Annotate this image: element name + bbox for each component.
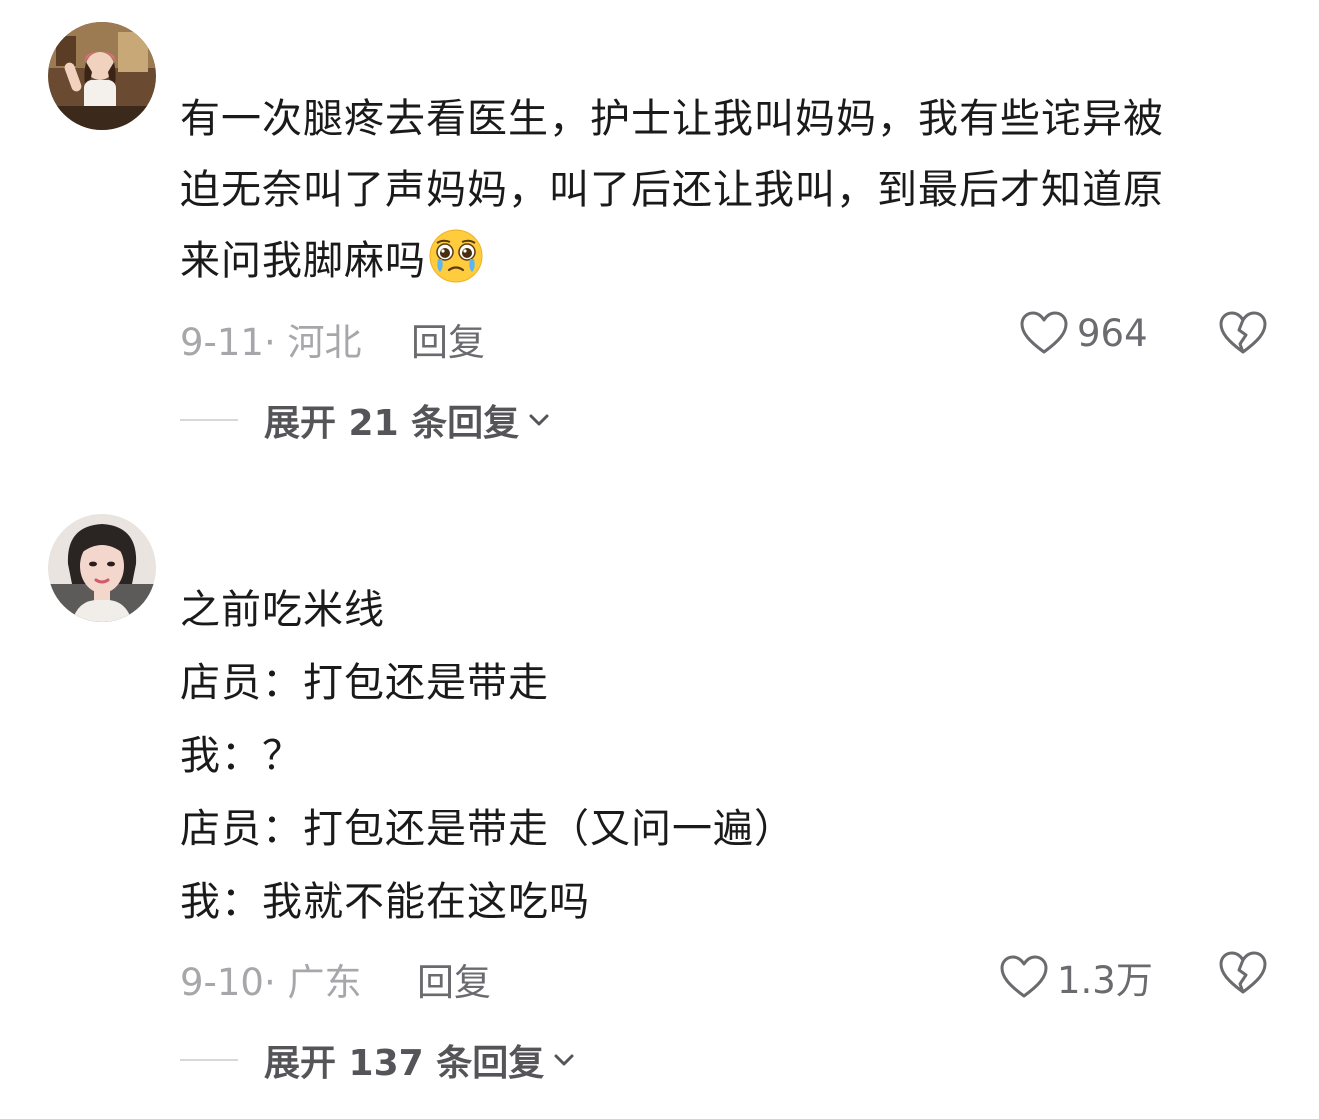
like-count: 964	[1077, 311, 1148, 355]
like-button[interactable]: 1.3万	[999, 950, 1153, 1004]
comment-text-line: 迫无奈叫了声妈妈，叫了后还让我叫，到最后才知道原	[180, 167, 1164, 213]
expand-replies-button[interactable]: 展开 21 条回复	[180, 394, 551, 446]
comment-location: 河北	[287, 321, 362, 364]
avatar[interactable]	[48, 514, 156, 622]
comment-text: 有一次腿疼去看医生，护士让我叫妈妈，我有些诧异被 迫无奈叫了声妈妈，叫了后还让我…	[180, 84, 1260, 297]
comment-item: 有一次腿疼去看医生，护士让我叫妈妈，我有些诧异被 迫无奈叫了声妈妈，叫了后还让我…	[0, 0, 1319, 470]
pleading-crying-face-emoji	[429, 229, 483, 283]
avatar[interactable]	[48, 22, 156, 130]
meta-separator: ·	[263, 321, 276, 364]
expand-replies-button[interactable]: 展开 137 条回复	[180, 1034, 576, 1086]
dislike-button[interactable]	[1218, 310, 1268, 360]
comment-text-line: 我：？	[180, 733, 303, 779]
like-button[interactable]: 964	[1019, 310, 1148, 356]
avatar-image	[48, 22, 156, 130]
comment-text-line: 之前吃米线	[180, 587, 385, 633]
like-count: 1.3万	[1057, 959, 1153, 1002]
meta-separator: ·	[263, 961, 276, 1004]
comment-text-line: 我：我就不能在这吃吗	[180, 879, 590, 925]
comment-text-line: 有一次腿疼去看医生，护士让我叫妈妈，我有些诧异被	[180, 96, 1164, 142]
avatar-image	[48, 514, 156, 622]
reply-button[interactable]: 回复	[417, 952, 491, 1006]
chevron-down-icon	[529, 414, 549, 426]
comment-text-line: 店员：打包还是带走（又问一遍）	[180, 806, 795, 852]
dislike-button[interactable]	[1218, 950, 1268, 1000]
comment-location: 广东	[287, 961, 362, 1004]
broken-heart-icon	[1219, 311, 1267, 354]
expand-replies-label: 展开 21 条回复	[264, 403, 520, 444]
comment-meta: 9-11· 河北	[180, 312, 362, 366]
expand-replies-label: 展开 137 条回复	[264, 1043, 545, 1084]
broken-heart-icon	[1219, 951, 1267, 994]
divider	[180, 419, 238, 421]
heart-icon	[1000, 955, 1048, 998]
comment-text: 之前吃米线 店员：打包还是带走 我：？ 店员：打包还是带走（又问一遍） 我：我就…	[180, 574, 1260, 939]
reply-button[interactable]: 回复	[411, 312, 485, 366]
comment-date: 9-11	[180, 321, 264, 364]
divider	[180, 1059, 238, 1061]
comment-date: 9-10	[180, 961, 264, 1004]
comment-text-line: 店员：打包还是带走	[180, 660, 549, 706]
heart-icon	[1020, 311, 1068, 354]
comment-item: 之前吃米线 店员：打包还是带走 我：？ 店员：打包还是带走（又问一遍） 我：我就…	[0, 470, 1319, 1119]
comment-text-line: 来问我脚麻吗	[180, 226, 1260, 297]
chevron-down-icon	[554, 1054, 574, 1066]
comment-meta: 9-10· 广东	[180, 952, 362, 1006]
